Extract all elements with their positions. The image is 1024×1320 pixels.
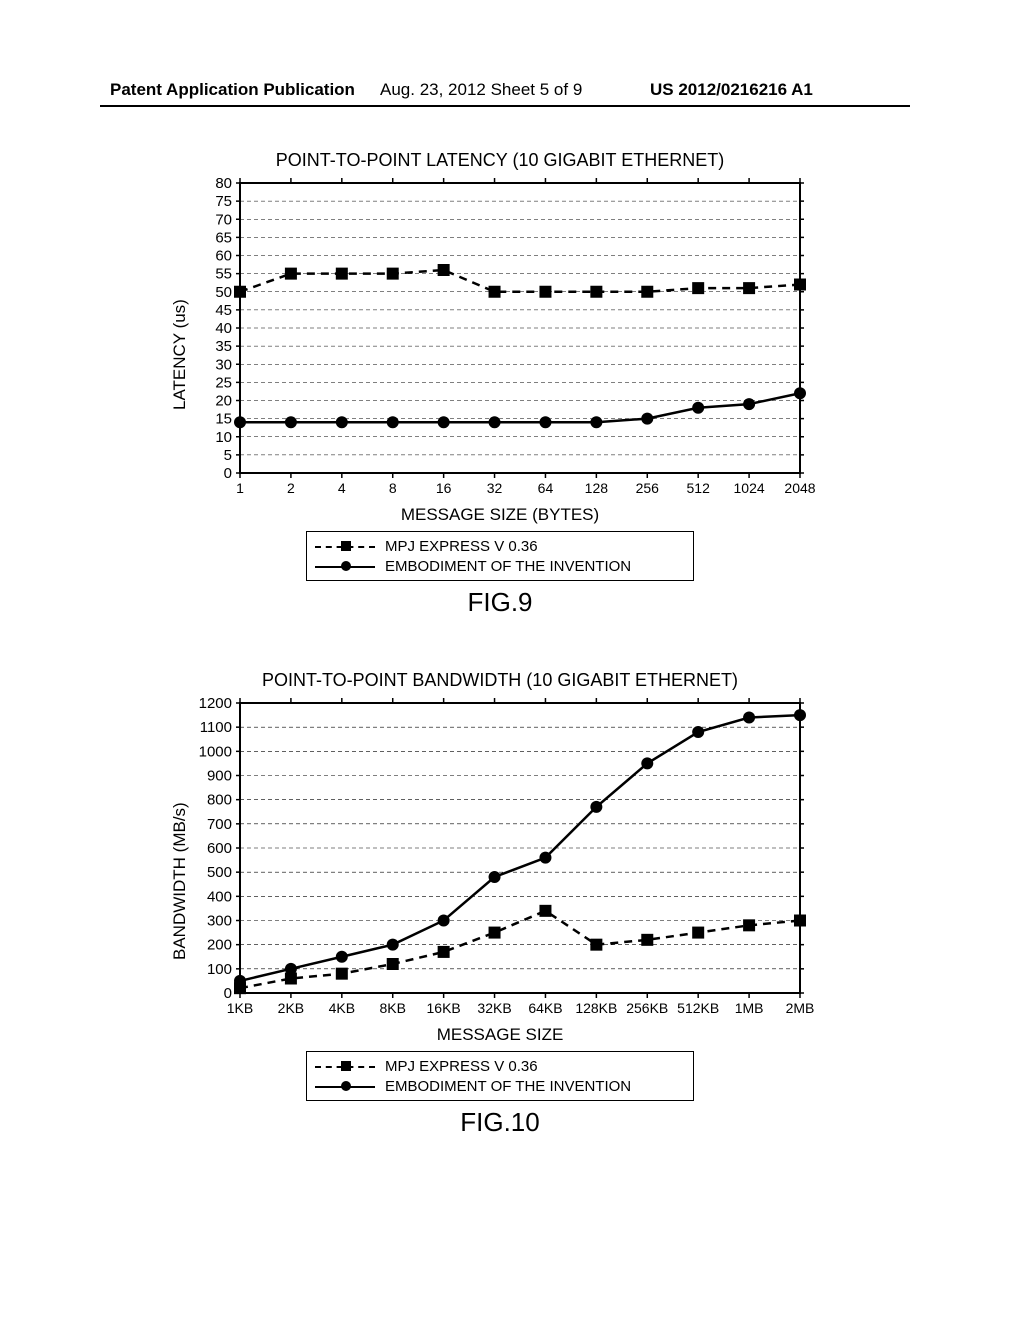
svg-text:70: 70 (215, 211, 232, 228)
svg-text:2048: 2048 (784, 480, 815, 496)
svg-text:300: 300 (207, 913, 232, 930)
svg-text:32KB: 32KB (477, 1000, 511, 1016)
svg-text:0: 0 (224, 465, 232, 482)
figure-label: FIG.10 (180, 1107, 820, 1138)
svg-text:65: 65 (215, 229, 232, 246)
svg-text:1100: 1100 (200, 719, 232, 736)
header-right: US 2012/0216216 A1 (650, 80, 813, 100)
svg-text:500: 500 (207, 864, 232, 881)
svg-text:4: 4 (338, 480, 346, 496)
svg-text:1200: 1200 (199, 695, 232, 712)
svg-text:60: 60 (215, 248, 232, 265)
header-rule (100, 105, 910, 107)
figure-10: POINT-TO-POINT BANDWIDTH (10 GIGABIT ETH… (180, 670, 820, 1138)
svg-text:64KB: 64KB (528, 1000, 562, 1016)
figure-label: FIG.9 (180, 587, 820, 618)
legend-marker-circle (315, 1078, 385, 1094)
legend: MPJ EXPRESS V 0.36 EMBODIMENT OF THE INV… (306, 531, 694, 581)
y-axis-label: BANDWIDTH (MB/s) (170, 802, 190, 960)
svg-text:10: 10 (215, 429, 232, 446)
x-axis-label: MESSAGE SIZE (180, 1025, 820, 1045)
legend-marker-circle (315, 558, 385, 574)
legend-label: EMBODIMENT OF THE INVENTION (385, 1078, 631, 1095)
svg-text:1024: 1024 (734, 480, 765, 496)
svg-text:40: 40 (215, 320, 232, 337)
legend-label: MPJ EXPRESS V 0.36 (385, 538, 538, 555)
legend-marker-square (315, 1058, 385, 1074)
figure-9: POINT-TO-POINT LATENCY (10 GIGABIT ETHER… (180, 150, 820, 618)
svg-text:20: 20 (215, 393, 232, 410)
header-center: Aug. 23, 2012 Sheet 5 of 9 (380, 80, 582, 100)
svg-text:1MB: 1MB (735, 1000, 764, 1016)
svg-text:4KB: 4KB (329, 1000, 355, 1016)
svg-text:35: 35 (215, 338, 232, 355)
svg-text:900: 900 (207, 768, 232, 785)
svg-text:1KB: 1KB (227, 1000, 253, 1016)
svg-text:800: 800 (207, 792, 232, 809)
legend-marker-square (315, 538, 385, 554)
svg-text:8: 8 (389, 480, 397, 496)
svg-text:100: 100 (207, 961, 232, 978)
svg-text:256KB: 256KB (626, 1000, 668, 1016)
legend: MPJ EXPRESS V 0.36 EMBODIMENT OF THE INV… (306, 1051, 694, 1101)
svg-text:512: 512 (687, 480, 711, 496)
svg-text:75: 75 (215, 193, 232, 210)
legend-label: EMBODIMENT OF THE INVENTION (385, 558, 631, 575)
svg-text:2MB: 2MB (786, 1000, 815, 1016)
legend-row: EMBODIMENT OF THE INVENTION (315, 1076, 685, 1096)
svg-text:2: 2 (287, 480, 295, 496)
chart-title: POINT-TO-POINT BANDWIDTH (10 GIGABIT ETH… (180, 670, 820, 691)
svg-text:80: 80 (215, 175, 232, 192)
svg-text:128KB: 128KB (575, 1000, 617, 1016)
header-left: Patent Application Publication (110, 80, 355, 100)
svg-text:55: 55 (215, 266, 232, 283)
svg-text:32: 32 (487, 480, 503, 496)
svg-text:400: 400 (207, 888, 232, 905)
svg-text:16KB: 16KB (427, 1000, 461, 1016)
legend-row: EMBODIMENT OF THE INVENTION (315, 556, 685, 576)
svg-text:30: 30 (215, 356, 232, 373)
svg-text:45: 45 (215, 302, 232, 319)
svg-text:1000: 1000 (199, 743, 232, 760)
svg-text:5: 5 (224, 447, 232, 464)
svg-text:2KB: 2KB (278, 1000, 304, 1016)
y-axis-label: LATENCY (us) (170, 299, 190, 410)
svg-text:200: 200 (207, 937, 232, 954)
bandwidth-chart: 0100200300400500600700800900100011001200… (180, 693, 820, 1023)
svg-text:50: 50 (215, 284, 232, 301)
svg-text:700: 700 (207, 816, 232, 833)
svg-text:256: 256 (636, 480, 660, 496)
svg-text:512KB: 512KB (677, 1000, 719, 1016)
legend-label: MPJ EXPRESS V 0.36 (385, 1058, 538, 1075)
svg-text:128: 128 (585, 480, 609, 496)
svg-text:25: 25 (215, 374, 232, 391)
legend-row: MPJ EXPRESS V 0.36 (315, 536, 685, 556)
legend-row: MPJ EXPRESS V 0.36 (315, 1056, 685, 1076)
svg-text:64: 64 (538, 480, 554, 496)
svg-text:16: 16 (436, 480, 452, 496)
latency-chart: 05101520 2530354045505560 65707580 1 2 4 8 16 32… (180, 173, 820, 503)
svg-text:1: 1 (236, 480, 244, 496)
svg-text:15: 15 (215, 411, 232, 428)
svg-text:8KB: 8KB (379, 1000, 405, 1016)
svg-text:600: 600 (207, 840, 232, 857)
chart-title: POINT-TO-POINT LATENCY (10 GIGABIT ETHER… (180, 150, 820, 171)
x-axis-label: MESSAGE SIZE (BYTES) (180, 505, 820, 525)
